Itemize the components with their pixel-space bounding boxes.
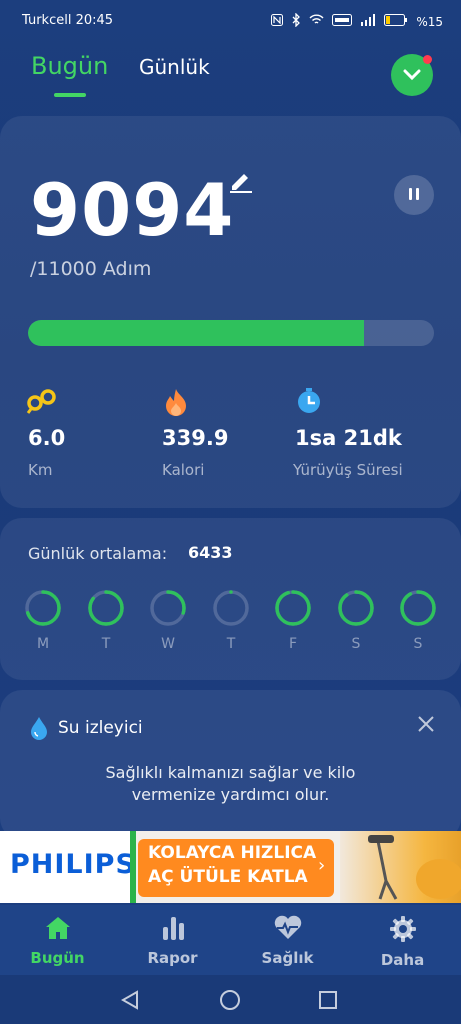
battery-percent: %15 <box>416 14 443 29</box>
calorie-label: Kalori <box>162 461 205 479</box>
battery-icon <box>384 14 408 29</box>
water-tracker-title: Su izleyici <box>58 718 143 738</box>
status-bar: Turkcell 20:45 %15 <box>0 0 461 44</box>
step-goal: /11000 Adım <box>30 258 152 280</box>
tab-daily[interactable]: Günlük <box>139 55 210 79</box>
ad-arrow: › <box>318 855 326 876</box>
nav-label-today: Bugün <box>30 949 85 967</box>
day-ring[interactable] <box>86 588 126 632</box>
day-ring[interactable] <box>336 588 376 632</box>
recents-icon[interactable] <box>318 990 338 1014</box>
chart-icon <box>159 915 187 945</box>
wifi-icon <box>309 14 324 29</box>
chevron-down-icon <box>403 66 421 85</box>
notification-dot <box>423 55 432 64</box>
signal-icon <box>360 14 376 29</box>
status-icons: %15 <box>271 12 443 30</box>
volte-icon <box>332 14 353 29</box>
ad-product-image <box>340 831 461 903</box>
day-ring[interactable] <box>23 588 63 632</box>
home-circle-icon[interactable] <box>219 989 241 1015</box>
stopwatch-icon <box>295 387 323 419</box>
nav-item-today[interactable]: Bugün <box>0 905 115 975</box>
duration-label: Yürüyüş Süresi <box>293 461 403 479</box>
carrier-time: Turkcell 20:45 <box>22 13 114 28</box>
step-count: 9094 <box>30 168 235 252</box>
active-tab-indicator <box>54 93 86 97</box>
flame-icon <box>162 387 190 421</box>
nav-item-health[interactable]: Sağlık <box>230 905 345 975</box>
day-label: T <box>226 636 236 652</box>
nav-item-more[interactable]: Daha <box>345 905 460 975</box>
distance-icon <box>26 387 58 419</box>
pause-icon <box>408 186 420 205</box>
ad-brand-area: PHILIPS <box>0 831 136 903</box>
pause-button[interactable] <box>394 175 434 215</box>
day-ring[interactable] <box>211 588 251 632</box>
distance-value: 6.0 <box>28 426 66 450</box>
ad-brand: PHILIPS <box>10 849 136 880</box>
day-label: W <box>161 636 175 652</box>
nfc-icon <box>271 14 284 29</box>
bluetooth-icon <box>291 12 301 30</box>
nav-item-report[interactable]: Rapor <box>115 905 230 975</box>
back-icon[interactable] <box>119 989 141 1015</box>
day-label: S <box>413 636 423 652</box>
nav-label-more: Daha <box>380 951 425 969</box>
ad-line-2: AÇ ÜTÜLE KATLA <box>148 867 308 887</box>
day-label: S <box>351 636 361 652</box>
close-icon[interactable] <box>416 714 436 738</box>
ad-line-1: KOLAYCA HIZLICA <box>148 843 317 863</box>
water-drop-icon <box>30 716 48 744</box>
edit-icon[interactable] <box>228 168 254 198</box>
home-icon <box>44 915 72 945</box>
distance-label: Km <box>28 461 53 479</box>
step-progress-fill <box>28 320 364 346</box>
day-ring[interactable] <box>148 588 188 632</box>
water-tracker-description: Sağlıklı kalmanızı sağlar ve kilo vermen… <box>105 763 356 804</box>
ad-banner[interactable]: PHILIPS KOLAYCA HIZLICA AÇ ÜTÜLE KATLA › <box>0 831 461 903</box>
system-nav-bar <box>0 975 461 1024</box>
daily-average-value: 6433 <box>188 543 233 562</box>
step-progress-bar <box>28 320 434 346</box>
ad-divider <box>130 831 136 903</box>
calorie-value: 339.9 <box>162 426 229 450</box>
day-ring[interactable] <box>398 588 438 632</box>
nav-label-report: Rapor <box>147 949 198 967</box>
gear-icon <box>389 915 417 947</box>
daily-average-label: Günlük ortalama: <box>28 544 168 563</box>
duration-value: 1sa 21dk <box>295 426 402 450</box>
day-label: M <box>36 636 50 652</box>
day-ring[interactable] <box>273 588 313 632</box>
tab-today[interactable]: Bugün <box>31 52 108 80</box>
heart-pulse-icon <box>273 915 303 945</box>
day-label: F <box>288 636 298 652</box>
nav-label-health: Sağlık <box>261 949 314 967</box>
bottom-nav: Bugün Rapor Sağlık Daha <box>0 905 461 975</box>
day-label: T <box>101 636 111 652</box>
